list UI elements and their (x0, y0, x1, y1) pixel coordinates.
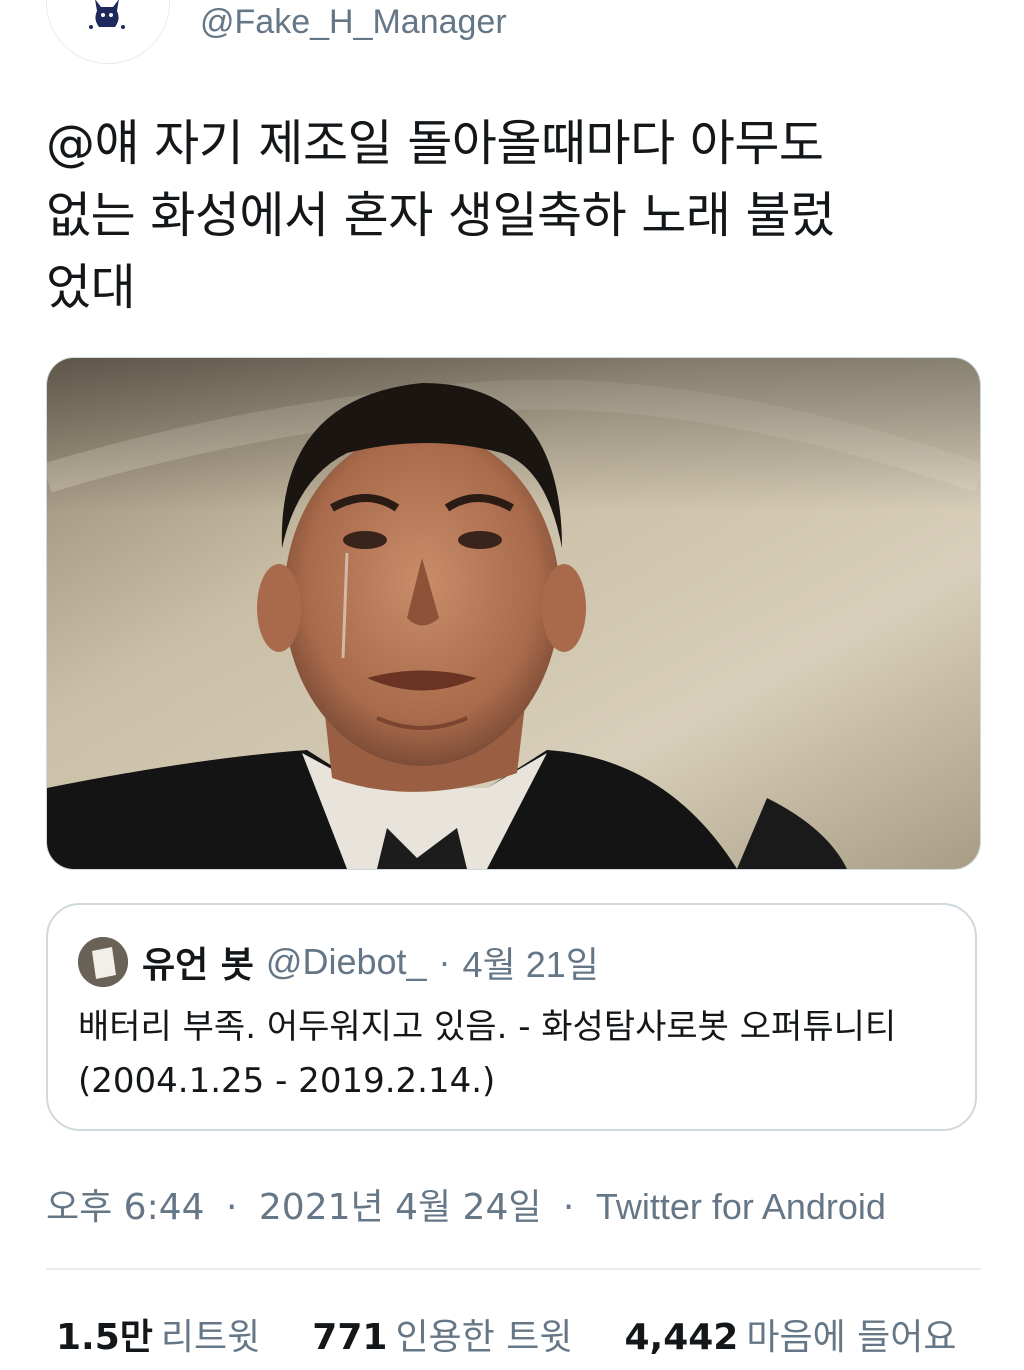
quote-tweets-stat[interactable]: 771 인용한 트윗 (312, 1308, 572, 1360)
tweet-time[interactable]: 오후 6:44 (46, 1187, 205, 1228)
quote-tweets-count: 771 (312, 1317, 388, 1358)
likes-stat[interactable]: 4,442 마음에 들어요 (624, 1308, 956, 1360)
quoted-author-name[interactable]: 유언 봇 (142, 936, 254, 988)
quoted-author-avatar[interactable] (78, 937, 128, 987)
likes-count: 4,442 (624, 1317, 739, 1358)
tweet-meta: 오후 6:44 · 2021년 4월 24일 · Twitter for And… (46, 1178, 896, 1230)
separator-dot: · (225, 1187, 238, 1228)
tweet-text: @얘 자기 제조일 돌아올때마다 아무도 없는 화성에서 혼자 생일축하 노래 … (46, 115, 835, 316)
separator-dot: · (438, 941, 451, 982)
crying-man-photo (47, 358, 980, 869)
retweets-stat[interactable]: 1.5만 리트윗 (56, 1308, 260, 1360)
quoted-tweet-date[interactable]: 4월 21일 (463, 936, 599, 988)
paper-note-icon (78, 937, 128, 987)
tweet-source[interactable]: Twitter for Android (596, 1186, 886, 1227)
separator-dot: · (562, 1187, 575, 1228)
retweets-count: 1.5만 (56, 1317, 153, 1358)
tweet-date[interactable]: 2021년 4월 24일 (259, 1187, 542, 1228)
avatar-character-icon (89, 0, 125, 29)
quoted-author-handle[interactable]: @Diebot_ (266, 941, 427, 983)
retweets-label: 리트윗 (160, 1317, 261, 1358)
quoted-tweet-text: 배터리 부족. 어두워지고 있음. - 화성탐사로봇 오퍼튜니티 (2004.1… (78, 1007, 897, 1101)
author-handle[interactable]: @Fake_H_Manager (200, 2, 507, 42)
quoted-tweet-header: 유언 봇 @Diebot_ · 4월 21일 (142, 937, 599, 987)
author-avatar[interactable] (46, 0, 170, 64)
quoted-tweet-card[interactable]: 유언 봇 @Diebot_ · 4월 21일 배터리 부족. 어두워지고 있음.… (46, 903, 977, 1131)
quote-tweets-label: 인용한 트윗 (395, 1317, 573, 1358)
tweet-stats: 1.5만 리트윗 771 인용한 트윗 4,442 마음에 들어요 (56, 1308, 1009, 1360)
divider (46, 1268, 981, 1270)
tweet-photo[interactable] (46, 357, 981, 870)
tweet-detail-view: @Fake_H_Manager @얘 자기 제조일 돌아올때마다 아무도 없는 … (0, 0, 1024, 1370)
likes-label: 마음에 들어요 (746, 1317, 957, 1358)
